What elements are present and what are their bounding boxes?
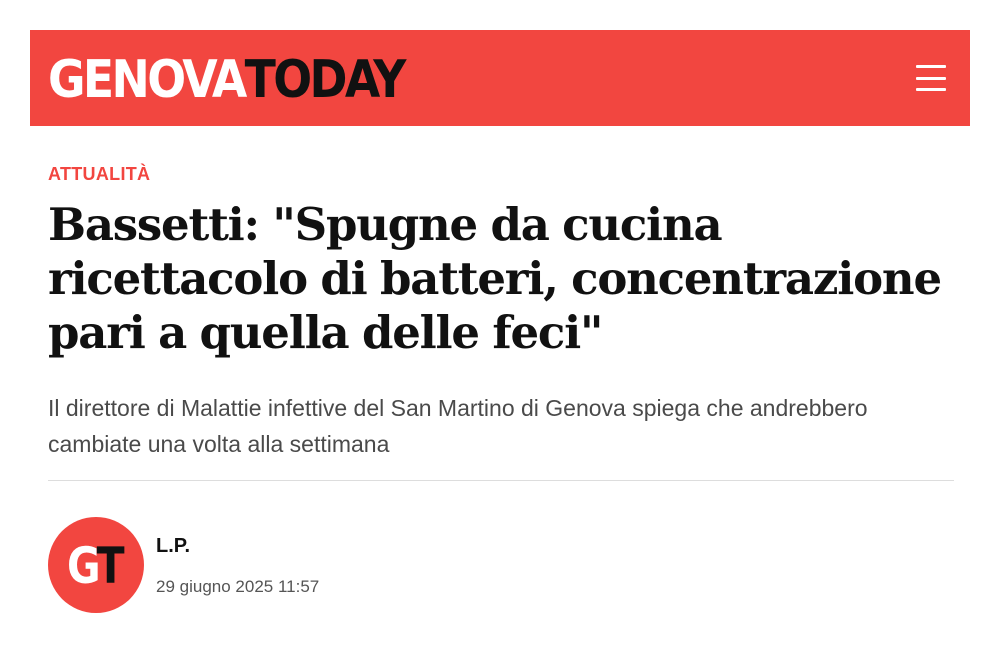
avatar-letter-t: T: [96, 537, 124, 595]
author-avatar[interactable]: GT: [48, 517, 144, 613]
article-category-link[interactable]: ATTUALITÀ: [48, 164, 150, 185]
publish-date: 29 giugno 2025 11:57: [156, 577, 320, 596]
menu-line: [916, 65, 946, 68]
menu-line: [916, 88, 946, 91]
divider: [48, 480, 954, 481]
menu-line: [916, 76, 946, 80]
hamburger-menu-icon[interactable]: [916, 65, 950, 91]
article-title: Bassetti: "Spugne da cucina ricettacolo …: [48, 198, 942, 359]
avatar-letter-g: G: [66, 537, 100, 595]
logo-text-today: TODAY: [244, 50, 407, 110]
site-logo[interactable]: GENOVA TODAY: [48, 50, 407, 110]
author-name-link[interactable]: L.P.: [156, 535, 190, 558]
site-header: GENOVA TODAY: [30, 30, 970, 126]
article-subtitle: Il direttore di Malattie infettive del S…: [48, 395, 868, 457]
avatar-initials: GT: [67, 541, 125, 591]
logo-text-genova: GENOVA: [48, 50, 247, 110]
